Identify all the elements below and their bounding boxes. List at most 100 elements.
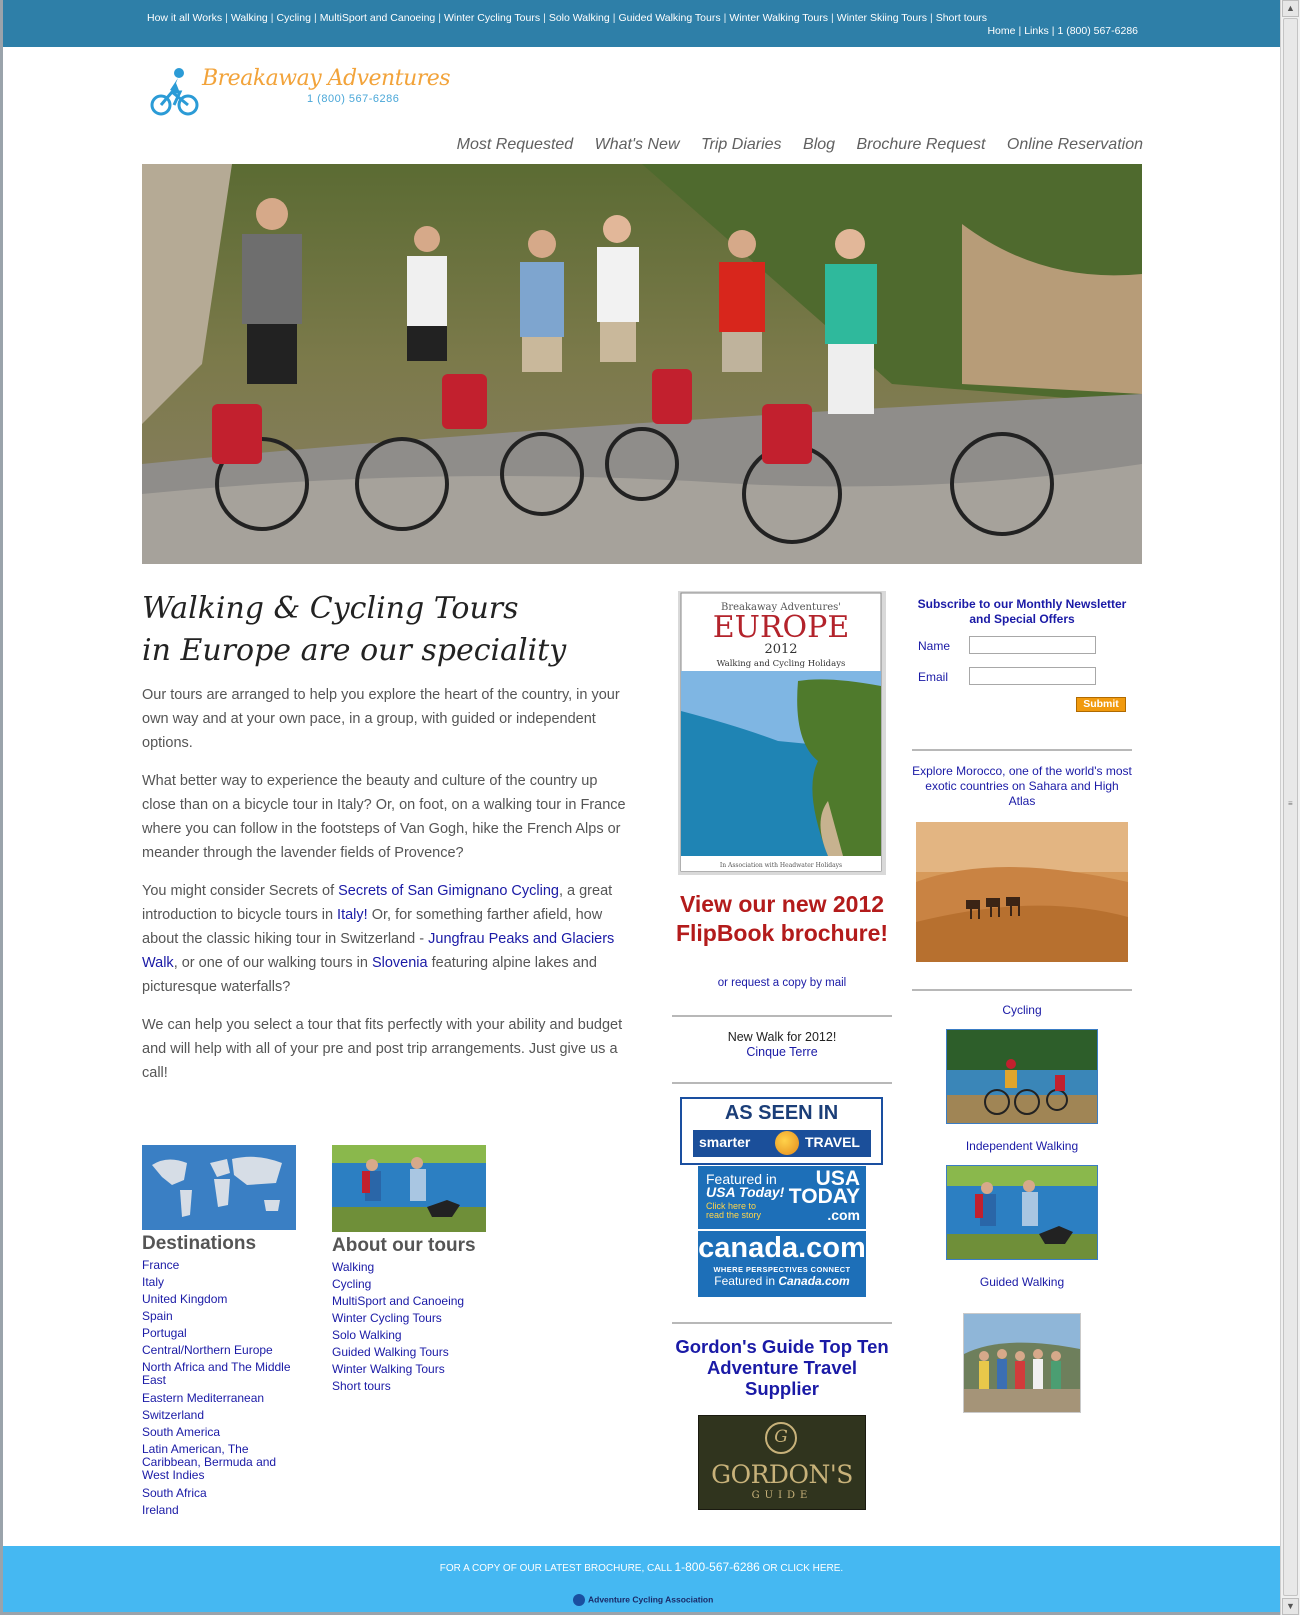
cycling-photo[interactable] <box>946 1029 1098 1124</box>
hero-photo <box>142 164 1142 564</box>
independent-walking-link[interactable]: Independent Walking <box>912 1139 1132 1153</box>
usa-today-badge[interactable]: Featured in USA Today! Click here to rea… <box>698 1166 866 1229</box>
gordons-guide-title: Gordon's Guide Top Ten Adventure Travel … <box>675 1336 889 1399</box>
name-field[interactable] <box>969 636 1096 654</box>
scroll-up-arrow-icon[interactable]: ▲ <box>1282 0 1299 17</box>
guided-walking-photo[interactable] <box>963 1313 1081 1413</box>
tour-type-link[interactable]: MultiSport and Canoeing <box>332 1293 502 1310</box>
destination-link[interactable]: Eastern Mediterranean <box>142 1390 292 1407</box>
guided-walking-link[interactable]: Guided Walking <box>912 1275 1132 1289</box>
brochure-cover[interactable]: Breakaway Adventures' EUROPE 2012 Walkin… <box>678 591 886 875</box>
canada-com-featured: Featured in Canada.com <box>698 1274 866 1288</box>
about-tours-image[interactable] <box>332 1145 486 1232</box>
top-nav-link[interactable]: MultiSport and Canoeing <box>320 12 436 24</box>
top-nav-link[interactable]: Guided Walking Tours <box>618 12 720 24</box>
footer-text-pre: FOR A COPY OF OUR LATEST BROCHURE, CALL <box>439 1563 675 1574</box>
hikers-photo <box>332 1145 486 1232</box>
independent-walking-photo[interactable] <box>946 1165 1098 1260</box>
nav-trip-diaries[interactable]: Trip Diaries <box>701 136 782 153</box>
destination-link[interactable]: Switzerland <box>142 1407 292 1424</box>
destination-link[interactable]: South Africa <box>142 1485 292 1502</box>
nav-brochure-request[interactable]: Brochure Request <box>857 136 986 153</box>
vertical-scrollbar[interactable]: ▲ ≡ ▼ <box>1280 0 1300 1615</box>
footer-brochure-text[interactable]: FOR A COPY OF OUR LATEST BROCHURE, CALL … <box>3 1560 1280 1574</box>
destination-link[interactable]: South America <box>142 1424 292 1441</box>
destination-link[interactable]: Spain <box>142 1308 292 1325</box>
slovenia-link[interactable]: Slovenia <box>372 955 428 971</box>
gordons-guide-subtitle: GUIDE <box>751 1490 813 1501</box>
top-nav-separator: | <box>313 12 317 24</box>
gordons-guide-logo[interactable]: G GORDON'S GUIDE <box>698 1415 866 1510</box>
destination-link[interactable]: Latin American, The Caribbean, Bermuda a… <box>142 1443 292 1482</box>
top-nav-link[interactable]: Walking <box>231 12 268 24</box>
phone-link[interactable]: 1 (800) 567-6286 <box>1057 25 1138 37</box>
destination-link[interactable]: Portugal <box>142 1325 292 1342</box>
nav-blog[interactable]: Blog <box>803 136 835 153</box>
logo-phone: 1 (800) 567-6286 <box>307 93 400 105</box>
footer-text-post: OR CLICK HERE. <box>759 1563 844 1574</box>
destination-link[interactable]: United Kingdom <box>142 1291 292 1308</box>
destination-link[interactable]: Italy <box>142 1274 292 1291</box>
nav-most-requested[interactable]: Most Requested <box>457 136 574 153</box>
footer: FOR A COPY OF OUR LATEST BROCHURE, CALL … <box>3 1546 1280 1612</box>
top-nav-link[interactable]: Winter Walking Tours <box>729 12 828 24</box>
walkers-photo <box>947 1166 1097 1259</box>
scroll-thumb[interactable]: ≡ <box>1283 18 1298 1596</box>
desert-photo <box>916 822 1128 962</box>
tour-type-link[interactable]: Winter Walking Tours <box>332 1361 502 1378</box>
scroll-down-arrow-icon[interactable]: ▼ <box>1282 1598 1299 1615</box>
nav-online-reservation[interactable]: Online Reservation <box>1007 136 1143 153</box>
top-nav-separator: | <box>543 12 546 24</box>
top-nav-link[interactable]: Solo Walking <box>549 12 610 24</box>
hero-photo-image <box>142 164 1142 564</box>
top-nav-link[interactable]: Short tours <box>936 12 987 24</box>
top-nav-separator: | <box>270 12 274 24</box>
cinque-terre-link[interactable]: Cinque Terre <box>668 1045 896 1060</box>
as-seen-in-badge[interactable]: AS SEEN IN smarter TRAVEL <box>680 1097 883 1165</box>
top-nav: How it all Works | Walking | Cycling | MultiSp… <box>147 12 987 24</box>
brochure-bottom-text: In Association with Headwater Holidays <box>720 862 842 869</box>
world-map-image[interactable] <box>142 1145 296 1230</box>
italy-link[interactable]: Italy! <box>337 907 368 923</box>
destinations-list: France Italy United Kingdom Spain Portug… <box>142 1257 292 1519</box>
san-gimignano-link[interactable]: Secrets of San Gimignano Cycling <box>338 883 559 899</box>
destinations-title: Destinations <box>142 1233 257 1254</box>
tour-type-link[interactable]: Walking <box>332 1259 502 1276</box>
tour-type-link[interactable]: Winter Cycling Tours <box>332 1310 502 1327</box>
destination-link[interactable]: France <box>142 1257 292 1274</box>
top-nav-link[interactable]: Cycling <box>277 12 311 24</box>
email-field[interactable] <box>969 667 1096 685</box>
top-nav-link[interactable]: How it all Works <box>147 12 222 24</box>
smarter-travel-right: TRAVEL <box>805 1134 860 1150</box>
tour-type-link[interactable]: Cycling <box>332 1276 502 1293</box>
site-logo[interactable]: Breakaway Adventures 1 (800) 567-6286 <box>150 66 451 118</box>
links-link[interactable]: Links <box>1024 25 1049 37</box>
morocco-photo[interactable] <box>916 822 1128 962</box>
top-nav-link[interactable]: Winter Skiing Tours <box>837 12 927 24</box>
top-nav-link[interactable]: Winter Cycling Tours <box>444 12 540 24</box>
tour-type-link[interactable]: Short tours <box>332 1378 502 1395</box>
tour-type-link[interactable]: Guided Walking Tours <box>332 1344 502 1361</box>
usa-today-logo: USA TODAY .com <box>789 1168 860 1224</box>
flipbook-link[interactable]: View our new 2012 FlipBook brochure! <box>668 890 896 948</box>
top-bar: How it all Works | Walking | Cycling | MultiSp… <box>3 0 1280 47</box>
canada-com-badge[interactable]: canada.com WHERE PERSPECTIVES CONNECT Fe… <box>698 1231 866 1297</box>
top-nav-separator: | <box>225 12 228 24</box>
submit-button[interactable]: Submit <box>1076 697 1126 712</box>
request-copy-link[interactable]: or request a copy by mail <box>668 977 896 989</box>
intro-paragraph: You might consider Secrets of Secrets of… <box>142 879 632 999</box>
gordons-guide-name: GORDON'S <box>711 1460 853 1489</box>
destination-link[interactable]: North Africa and The Middle East <box>142 1361 292 1387</box>
tour-type-link[interactable]: Solo Walking <box>332 1327 502 1344</box>
cycling-link[interactable]: Cycling <box>912 1003 1132 1017</box>
destination-link[interactable]: Ireland <box>142 1502 292 1519</box>
nav-whats-new[interactable]: What's New <box>595 136 680 153</box>
morocco-link[interactable]: Explore Morocco, one of the world's most… <box>912 764 1132 809</box>
destination-link[interactable]: Central/Northern Europe <box>142 1342 292 1359</box>
home-link[interactable]: Home <box>987 25 1015 37</box>
newsletter-title: Subscribe to our Monthly Newsletter and … <box>917 597 1127 626</box>
adventure-cycling-logo[interactable]: Adventure Cycling Association <box>573 1594 713 1606</box>
page-headline: Walking & Cycling Tours in Europe are ou… <box>142 588 622 672</box>
new-walk-label: New Walk for 2012! <box>727 1030 837 1044</box>
gordons-guide-emblem: G <box>765 1422 797 1454</box>
